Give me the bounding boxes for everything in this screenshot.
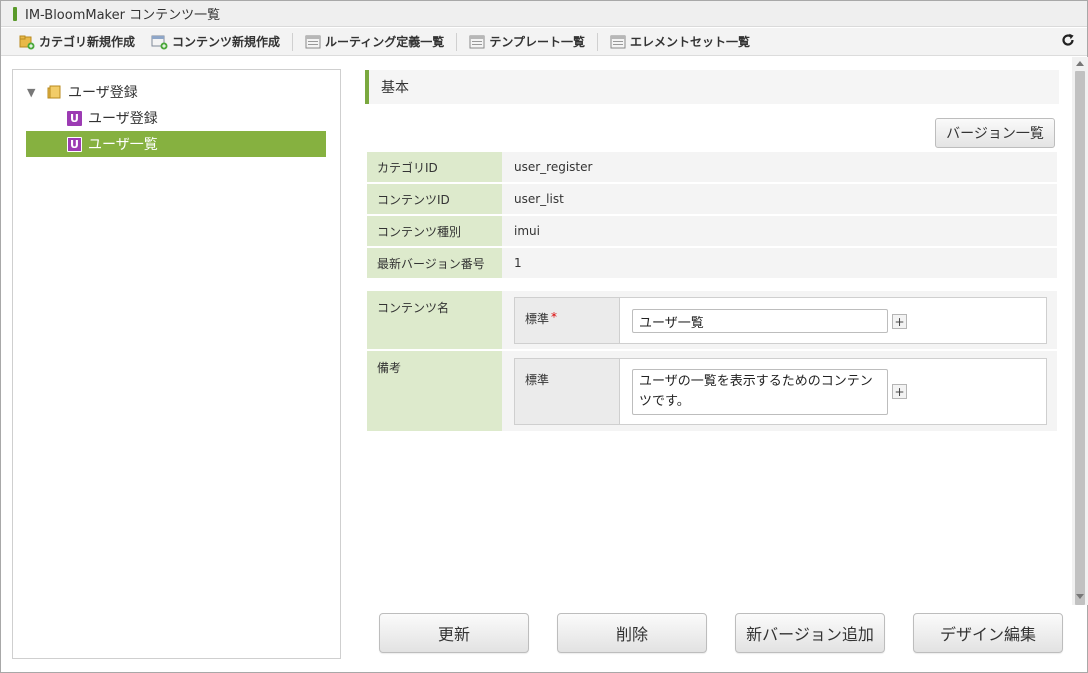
toolbar-divider [292, 32, 294, 51]
create-content-label: コンテンツ新規作成 [172, 35, 281, 49]
folder-add-icon [19, 34, 35, 50]
template-list-button[interactable]: テンプレート一覧 [461, 31, 593, 53]
info-value: user_register [514, 160, 593, 174]
info-row-content-id: コンテンツID user_list [367, 184, 1057, 214]
list-window-icon [469, 35, 485, 49]
delete-button[interactable]: 削除 [557, 613, 707, 653]
refresh-icon[interactable] [1061, 32, 1075, 51]
edit-design-button[interactable]: デザイン編集 [913, 613, 1063, 653]
info-label: カテゴリID [367, 152, 502, 182]
element-set-list-button[interactable]: エレメントセット一覧 [602, 31, 758, 53]
version-list-button[interactable]: バージョン一覧 [935, 118, 1055, 148]
info-value: 1 [514, 256, 522, 270]
title-bar: IM-BloomMaker コンテンツ一覧 [1, 1, 1087, 27]
sub-label-text: 標準 [525, 312, 550, 326]
element-set-list-label: エレメントセット一覧 [629, 35, 750, 49]
field-row-content-name: コンテンツ名 標準* + [367, 291, 1057, 349]
app-window: IM-BloomMaker コンテンツ一覧 カテゴリ新規作成 コンテンツ新規作成… [0, 0, 1088, 673]
add-locale-button[interactable]: + [892, 314, 907, 329]
section-title: 基本 [381, 80, 409, 96]
toolbar-divider [456, 32, 458, 51]
scroll-down-arrow-icon[interactable] [1076, 594, 1084, 599]
content-tree: ▼ ユーザ登録 U ユーザ登録 U ユーザ一覧 [12, 69, 341, 659]
template-list-label: テンプレート一覧 [489, 35, 585, 49]
field-row-remarks: 備考 標準 ユーザの一覧を表示するためのコンテンツです。 + [367, 351, 1057, 431]
tree-category-label: ユーザ登録 [68, 85, 138, 101]
tree-item-user-register[interactable]: U ユーザ登録 [67, 105, 327, 131]
u-badge-icon: U [67, 110, 82, 126]
add-locale-button[interactable]: + [892, 384, 907, 399]
sub-label-standard: 標準 * [515, 298, 620, 343]
section-header: 基本 [365, 70, 1059, 104]
tree-item-label: ユーザ一覧 [88, 137, 158, 153]
window-title: IM-BloomMaker コンテンツ一覧 [25, 8, 221, 23]
info-row-content-type: コンテンツ種別 imui [367, 216, 1057, 246]
folder-icon [47, 85, 62, 100]
scroll-up-arrow-icon[interactable] [1076, 61, 1084, 66]
sub-label-standard: 標準 [515, 359, 620, 424]
content-name-input[interactable] [632, 309, 888, 333]
app-logo-icon [13, 6, 17, 21]
tree-item-user-list[interactable]: U ユーザ一覧 [26, 131, 326, 157]
remarks-textarea[interactable]: ユーザの一覧を表示するためのコンテンツです。 [632, 369, 888, 415]
info-row-category-id: カテゴリID user_register [367, 152, 1057, 182]
info-label: 最新バージョン番号 [367, 248, 502, 278]
content-add-icon [151, 34, 168, 50]
content-name-box: 標準* + [514, 297, 1047, 344]
toolbar-divider [596, 32, 598, 51]
info-label: コンテンツ種別 [367, 216, 502, 246]
info-row-latest-version: 最新バージョン番号 1 [367, 248, 1057, 278]
routing-list-button[interactable]: ルーティング定義一覧 [297, 31, 452, 53]
info-label: コンテンツID [367, 184, 502, 214]
expand-triangle-icon[interactable]: ▼ [27, 86, 41, 99]
update-button[interactable]: 更新 [379, 613, 529, 653]
routing-list-label: ルーティング定義一覧 [325, 35, 445, 49]
create-category-button[interactable]: カテゴリ新規作成 [11, 31, 143, 53]
tree-category-user-register[interactable]: ▼ ユーザ登録 [27, 79, 138, 105]
list-window-icon [305, 35, 321, 49]
field-label: 備考 [367, 351, 502, 431]
info-value: imui [514, 224, 540, 238]
vertical-scrollbar[interactable] [1072, 57, 1088, 605]
field-label: コンテンツ名 [367, 291, 502, 349]
remarks-box: 標準 ユーザの一覧を表示するためのコンテンツです。 + [514, 358, 1047, 425]
add-new-version-button[interactable]: 新バージョン追加 [735, 613, 885, 653]
info-value: user_list [514, 192, 564, 206]
list-window-icon [610, 35, 626, 49]
toolbar: カテゴリ新規作成 コンテンツ新規作成 ルーティング定義一覧 テンプレート一覧 エ… [1, 28, 1087, 56]
tree-item-label: ユーザ登録 [88, 111, 158, 127]
u-badge-icon: U [67, 136, 82, 152]
sub-label-text: 標準 [525, 373, 550, 387]
create-content-button[interactable]: コンテンツ新規作成 [143, 31, 288, 53]
create-category-label: カテゴリ新規作成 [39, 35, 136, 49]
required-mark: * [551, 310, 558, 324]
scrollbar-thumb[interactable] [1075, 71, 1085, 605]
